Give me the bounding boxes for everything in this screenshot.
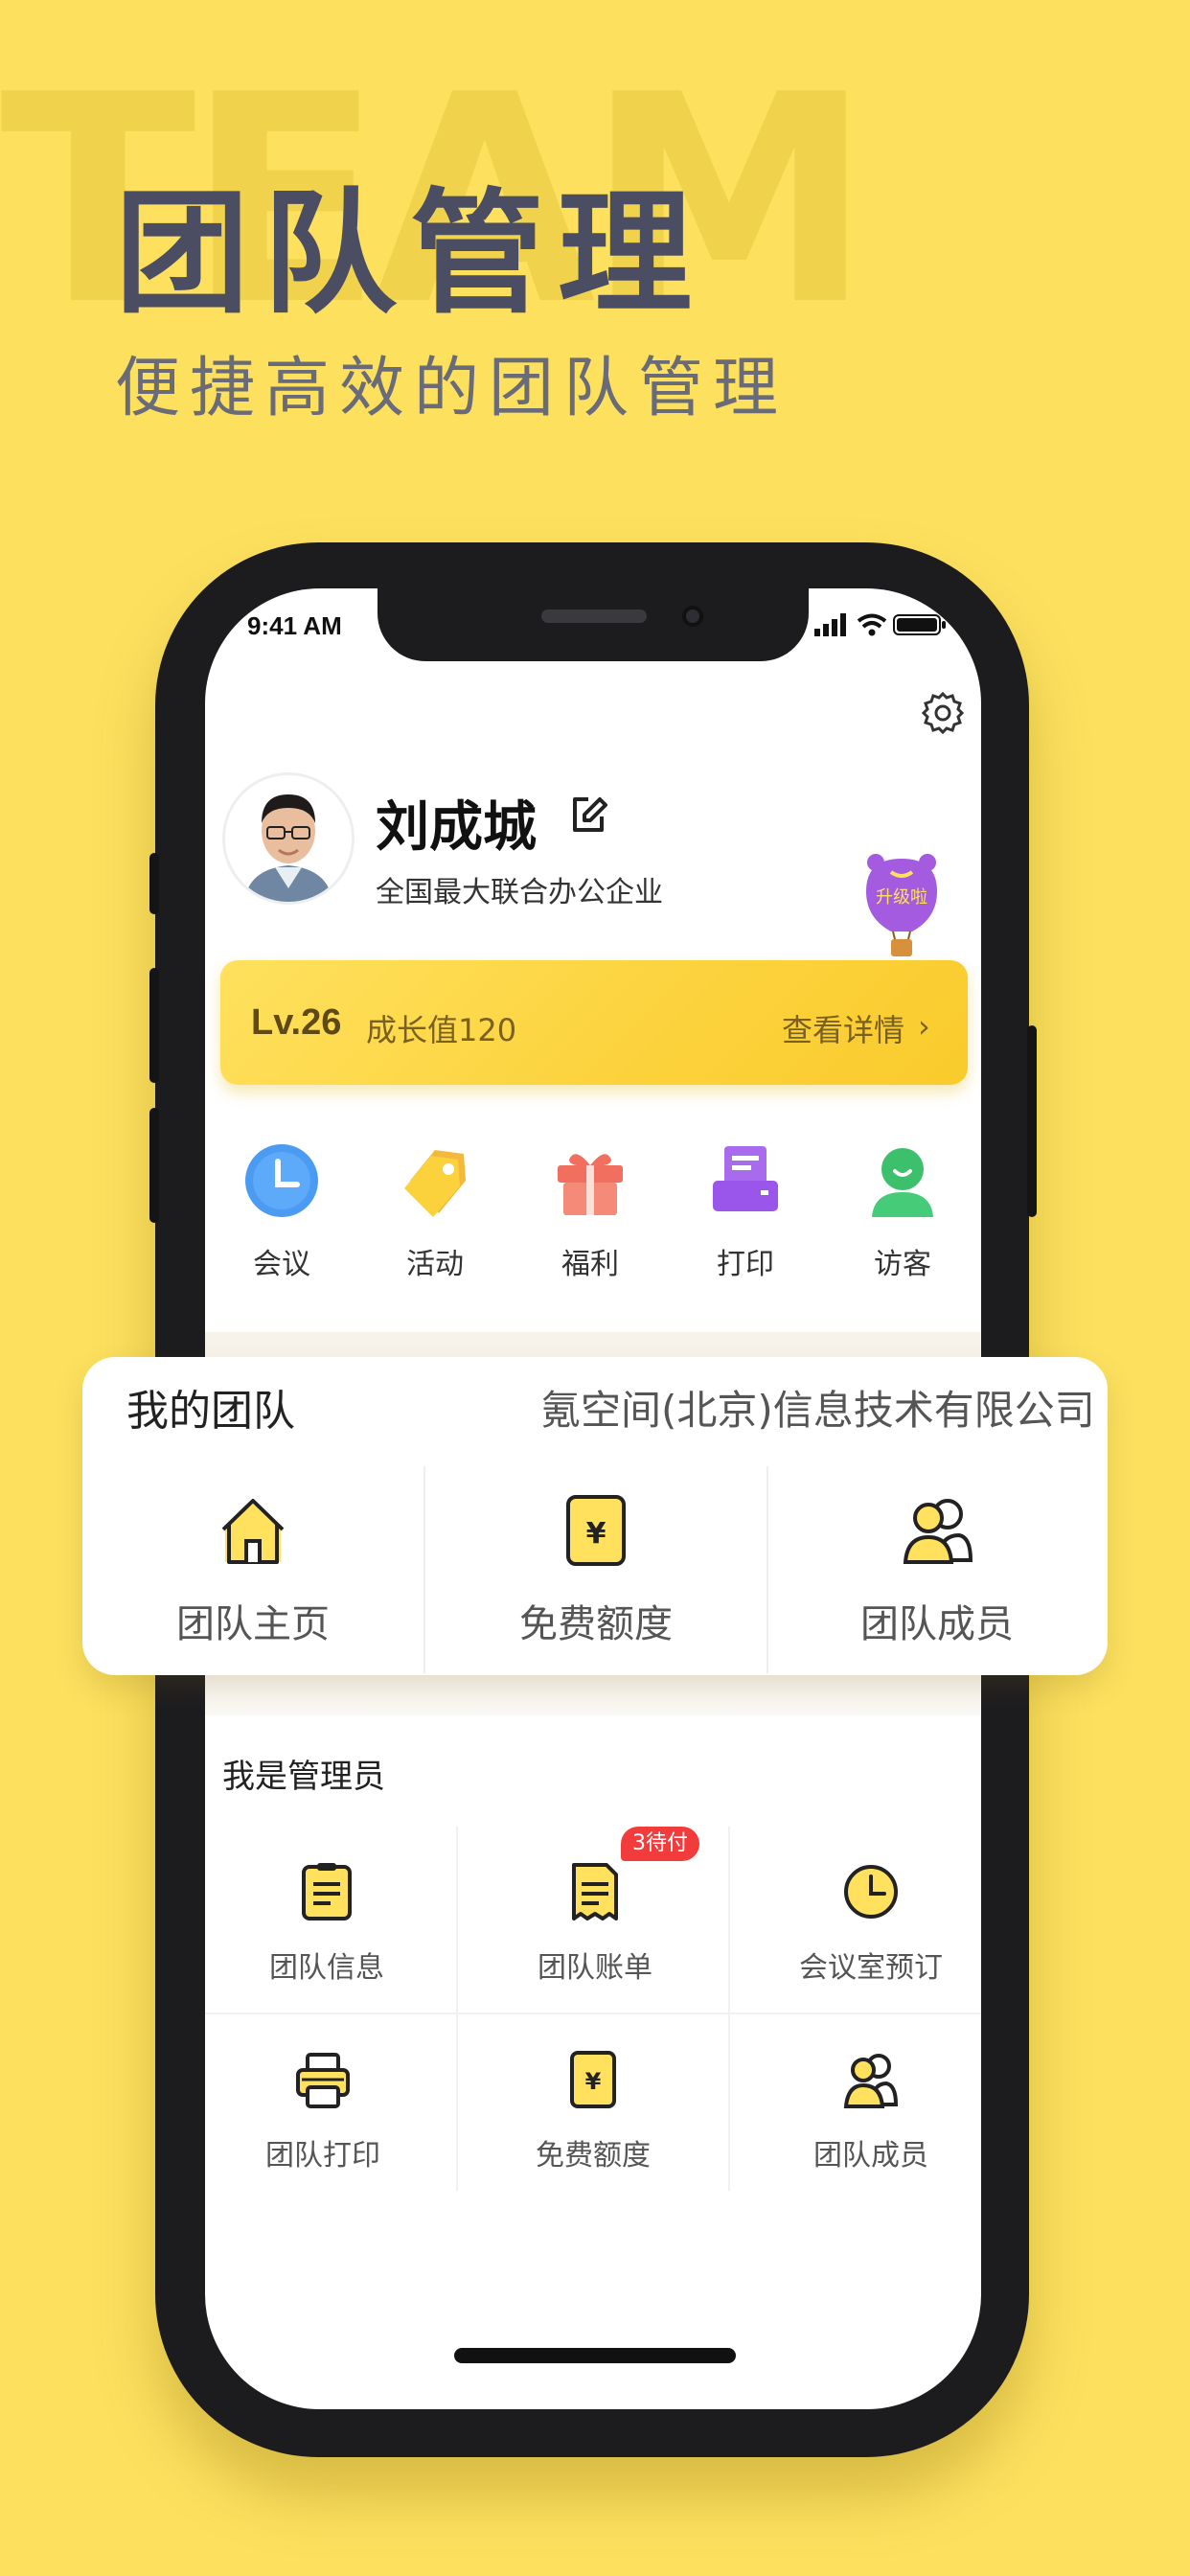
team-members-item[interactable]: 团队成员 <box>767 1493 1108 1648</box>
quick-action-visitor[interactable]: 访客 <box>826 1142 979 1282</box>
user-name: 刘成城 <box>376 796 537 859</box>
phone-power-button <box>1027 1025 1037 1217</box>
admin-item-label: 团队账单 <box>538 1951 652 1985</box>
balloon-label: 升级啦 <box>876 887 927 908</box>
phone-volume-up <box>149 968 159 1083</box>
quick-action-label: 访客 <box>874 1248 931 1281</box>
clock-icon <box>245 1144 318 1217</box>
quick-action-label: 打印 <box>717 1248 774 1281</box>
home-icon <box>221 1499 285 1564</box>
edit-icon[interactable] <box>565 792 611 838</box>
admin-item-label: 会议室预订 <box>799 1951 943 1985</box>
team-free-quota-item[interactable]: ¥ 免费额度 <box>425 1493 767 1648</box>
document-icon <box>302 1863 352 1920</box>
team-company-name: 氪空间(北京)信息技术有限公司 <box>540 1387 1095 1434</box>
my-team-title: 我的团队 <box>126 1387 295 1436</box>
home-indicator[interactable] <box>454 2348 736 2363</box>
hero-title: 团队管理 <box>115 176 706 333</box>
chevron-right-icon: › <box>918 1008 930 1045</box>
phone-notch <box>378 588 809 661</box>
avatar[interactable] <box>222 772 355 905</box>
quick-action-label: 会议 <box>253 1248 310 1281</box>
quick-action-label: 活动 <box>406 1248 464 1281</box>
admin-team-bill[interactable]: 团队账单 <box>466 1861 724 1986</box>
team-home-item[interactable]: 团队主页 <box>82 1493 423 1648</box>
admin-section-title: 我是管理员 <box>222 1758 385 1796</box>
growth-value: 成长值120 <box>366 1012 517 1048</box>
svg-text:¥: ¥ <box>586 1517 606 1551</box>
grid-divider <box>205 2012 981 2014</box>
printer-icon <box>713 1146 778 1211</box>
team-item-label: 免费额度 <box>519 1602 673 1646</box>
admin-room-booking[interactable]: 会议室预订 <box>742 1861 1000 1986</box>
admin-free-quota[interactable]: ¥ 免费额度 <box>464 2049 722 2174</box>
members-icon <box>843 2054 899 2108</box>
admin-team-members[interactable]: 团队成员 <box>742 2049 1000 2174</box>
front-camera <box>682 606 703 627</box>
admin-item-label: 团队成员 <box>813 2139 928 2173</box>
settings-gear-icon[interactable] <box>918 688 968 738</box>
upgrade-balloon-icon[interactable]: 升级啦 <box>858 849 945 960</box>
wifi-icon <box>857 613 887 636</box>
quick-action-label: 福利 <box>561 1248 619 1281</box>
avatar-portrait-icon <box>225 775 352 902</box>
bill-icon <box>572 1863 618 1920</box>
signal-icon <box>814 613 846 636</box>
pending-payment-badge: 3待付 <box>621 1827 699 1861</box>
admin-team-print[interactable]: 团队打印 <box>194 2049 452 2174</box>
battery-icon <box>893 614 946 635</box>
svg-text:¥: ¥ <box>585 2068 602 2095</box>
clock-icon <box>844 1865 898 1919</box>
level-value: Lv.26 <box>251 1002 342 1043</box>
quick-action-meeting[interactable]: 会议 <box>205 1142 358 1282</box>
team-item-label: 团队成员 <box>860 1602 1014 1646</box>
yen-icon: ¥ <box>566 1495 626 1566</box>
phone-volume-down <box>149 1108 159 1223</box>
visitor-icon <box>872 1148 933 1217</box>
quick-action-activity[interactable]: 活动 <box>358 1142 512 1282</box>
quick-action-print[interactable]: 打印 <box>669 1142 822 1282</box>
quick-action-benefits[interactable]: 福利 <box>514 1142 667 1282</box>
grid-divider <box>456 1827 458 2191</box>
team-item-label: 团队主页 <box>176 1602 330 1646</box>
speaker-grille <box>541 610 647 623</box>
hero-subtitle: 便捷高效的团队管理 <box>115 351 789 426</box>
admin-item-label: 团队打印 <box>265 2139 380 2173</box>
phone-mute-switch <box>149 853 159 914</box>
admin-item-label: 免费额度 <box>536 2139 651 2173</box>
user-company: 全国最大联合办公企业 <box>376 876 663 909</box>
members-icon <box>903 1499 973 1564</box>
tag-icon <box>404 1150 466 1217</box>
gift-icon <box>558 1154 623 1215</box>
admin-team-info[interactable]: 团队信息 <box>197 1861 456 1986</box>
grid-divider <box>728 1827 730 2191</box>
view-details-link[interactable]: 查看详情 <box>782 1006 904 1050</box>
status-time: 9:41 AM <box>247 611 342 640</box>
yen-icon: ¥ <box>570 2051 616 2108</box>
printer-icon <box>296 2053 350 2108</box>
admin-item-label: 团队信息 <box>269 1951 384 1985</box>
